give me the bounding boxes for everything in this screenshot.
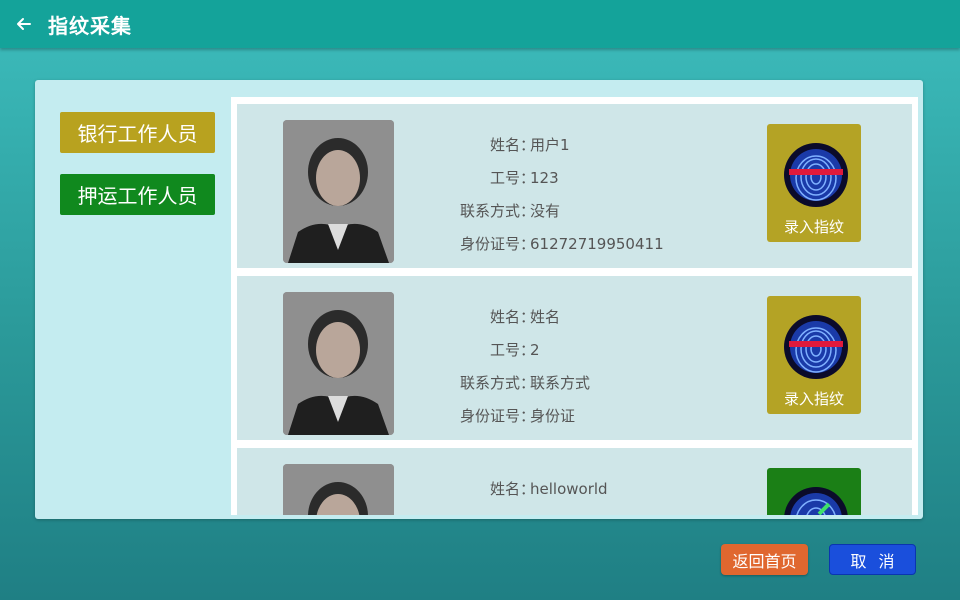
arrow-left-icon: [17, 18, 31, 30]
record-fingerprint-button[interactable]: 录入指纹: [767, 296, 861, 414]
record-fingerprint-label: 录入指纹: [783, 218, 844, 236]
category-bank-staff-button[interactable]: 银行工作人员: [60, 112, 215, 153]
name-label: 姓名: [489, 308, 520, 326]
id-label: 工号: [489, 169, 520, 187]
user-info: 姓名：helloworld 工号：: [432, 472, 608, 516]
user-card: 姓名：用户1 工号： 123 联系方式：没有 身份证号： 6127271995041…: [237, 104, 912, 268]
separator: ：: [520, 202, 536, 220]
fingerprint-recorded-button[interactable]: [767, 468, 861, 515]
separator: ：: [520, 235, 536, 253]
separator: ：: [520, 374, 536, 392]
separator: ：: [520, 136, 536, 154]
contact-value: 联系方式: [530, 374, 591, 392]
id-label: 工号: [432, 511, 520, 515]
user-card: 姓名：helloworld 工号：: [237, 448, 912, 515]
fingerprint-icon: [784, 143, 848, 207]
page-title: 指纹采集: [48, 13, 132, 38]
back-button[interactable]: [0, 0, 48, 48]
name-value: 用户1: [530, 136, 570, 154]
name-label: 姓名: [489, 480, 520, 498]
return-home-button[interactable]: 返回首页: [721, 544, 808, 575]
idcard-label: 身份证号: [459, 407, 520, 425]
contact-label: 联系方式: [459, 374, 520, 392]
user-card: 姓名：姓名 工号： 2 联系方式：联系方式 身份证号：身份证 录入指纹: [237, 276, 912, 440]
separator: ：: [520, 480, 536, 498]
name-value: helloworld: [530, 479, 608, 498]
id-value: 123: [530, 168, 559, 187]
record-fingerprint-button[interactable]: 录入指纹: [767, 124, 861, 242]
main-panel: 银行工作人员 押运工作人员 姓名：用户1 工号： 123 联系方式：没有 身份证号…: [35, 80, 923, 519]
fingerprint-icon: [784, 315, 848, 379]
user-photo: [283, 464, 394, 515]
record-fingerprint-label: 录入指纹: [783, 390, 844, 408]
separator: ：: [520, 511, 535, 515]
separator: ：: [520, 169, 536, 187]
name-label: 姓名: [489, 136, 520, 154]
user-list[interactable]: 姓名：用户1 工号： 123 联系方式：没有 身份证号： 6127271995041…: [231, 97, 918, 515]
idcard-value: 61272719950411: [530, 234, 664, 253]
separator: ：: [520, 341, 536, 359]
user-photo: [283, 120, 394, 263]
name-value: 姓名: [530, 308, 561, 326]
user-info: 姓名：用户1 工号： 123 联系方式：没有 身份证号： 6127271995041…: [432, 128, 664, 260]
user-photo: [283, 292, 394, 435]
idcard-value: 身份证: [530, 407, 576, 425]
id-label: 工号: [489, 341, 520, 359]
contact-label: 联系方式: [459, 202, 520, 220]
category-escort-staff-button[interactable]: 押运工作人员: [60, 174, 215, 215]
separator: ：: [520, 308, 536, 326]
idcard-label: 身份证号: [459, 235, 520, 253]
fingerprint-recorded-icon: [784, 487, 848, 515]
separator: ：: [520, 407, 536, 425]
top-bar: 指纹采集: [0, 0, 960, 48]
contact-value: 没有: [530, 202, 561, 220]
id-value: 2: [530, 340, 540, 359]
cancel-button[interactable]: 取消: [829, 544, 916, 575]
user-info: 姓名：姓名 工号： 2 联系方式：联系方式 身份证号：身份证: [432, 300, 590, 432]
